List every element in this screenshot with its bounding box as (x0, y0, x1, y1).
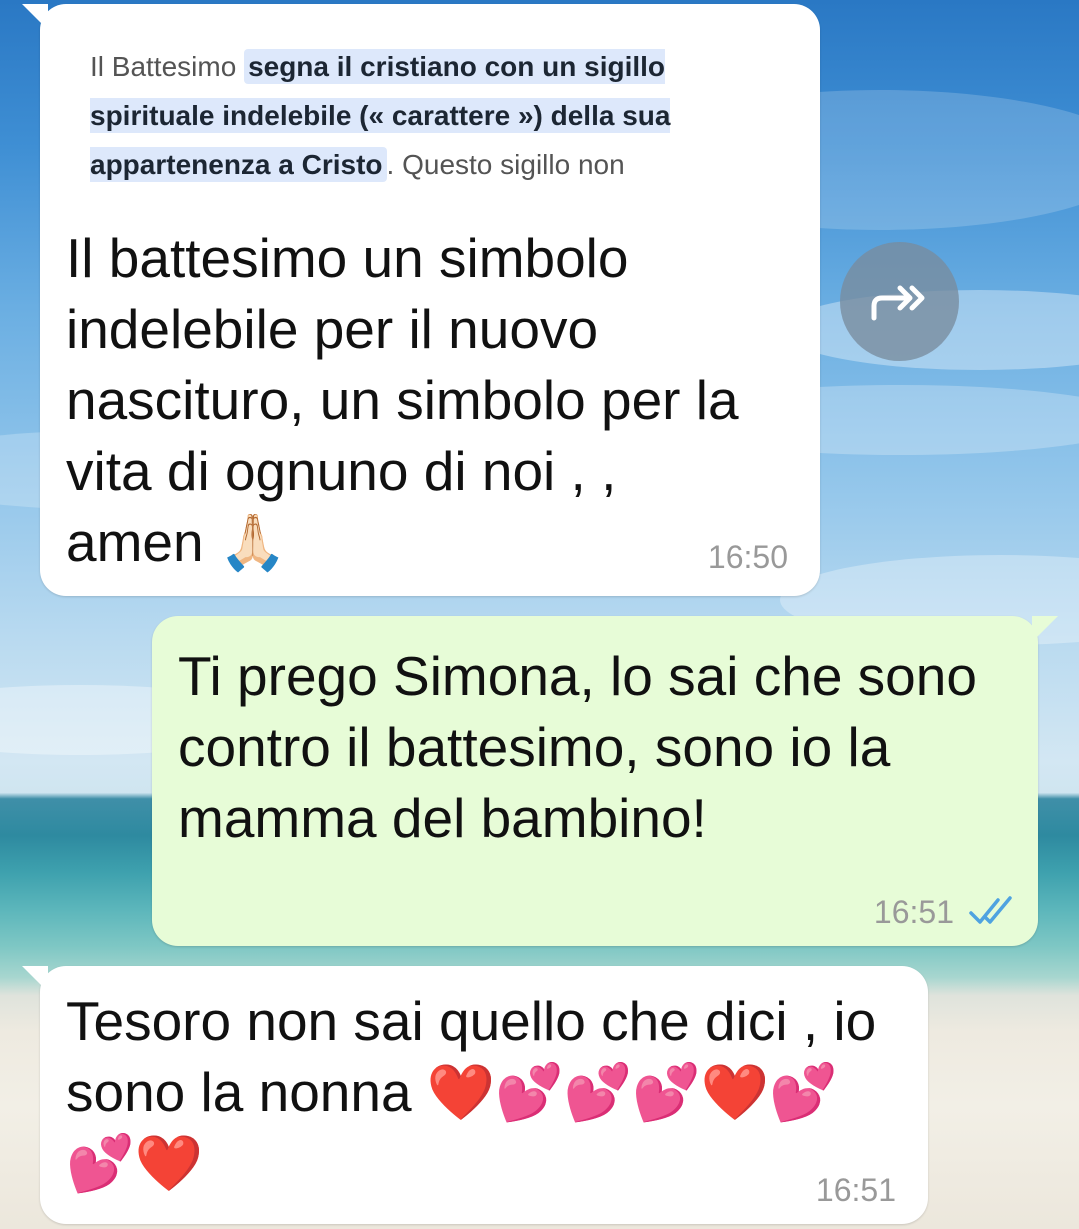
message-text: Ti prego Simona, lo sai che sono contro … (178, 645, 993, 849)
quoted-text: Il Battesimo segna il cristiano con un s… (90, 42, 750, 189)
message-body: Il battesimo un simbolo indelebile per i… (66, 227, 754, 573)
message-text: Il battesimo un simbolo indelebile per i… (66, 223, 766, 578)
quoted-tail-text: . Questo sigillo non (386, 149, 625, 180)
bubble-tail (22, 4, 48, 30)
bubble-tail (1032, 616, 1058, 642)
outgoing-message[interactable]: Ti prego Simona, lo sai che sono contro … (152, 616, 1058, 946)
forward-icon (871, 285, 924, 320)
praying-hands-emoji: 🙏🏻 (218, 510, 288, 574)
incoming-message-1[interactable]: Il Battesimo segna il cristiano con un s… (22, 4, 820, 596)
double-check-read-icon (969, 896, 1012, 924)
message-time: 16:50 (707, 539, 788, 575)
forward-button[interactable] (840, 242, 959, 361)
message-time: 16:51 (873, 894, 954, 930)
incoming-message-2[interactable]: Tesoro non sai quello che dici , io sono… (22, 966, 928, 1224)
message-time: 16:51 (815, 1172, 896, 1208)
message-text: Tesoro non sai quello che dici , io sono… (66, 986, 906, 1199)
bubble-tail (22, 966, 48, 992)
quoted-plain-text: Il Battesimo (90, 51, 245, 82)
